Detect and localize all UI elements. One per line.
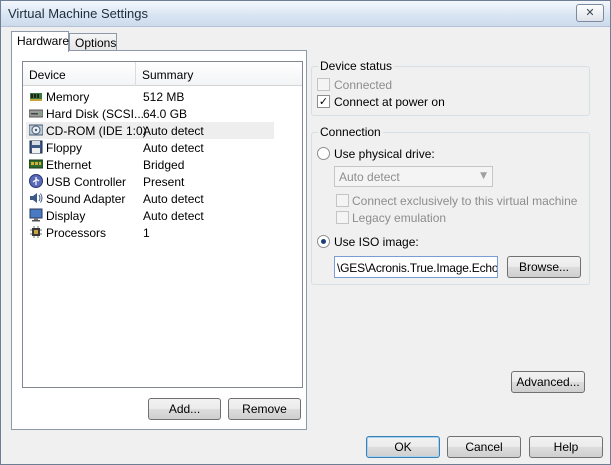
device-row-processors[interactable]: Processors 1 — [26, 224, 274, 241]
column-divider[interactable] — [135, 62, 136, 86]
device-name: Processors — [46, 226, 107, 240]
device-name: Sound Adapter — [46, 192, 126, 206]
floppy-icon — [29, 140, 43, 154]
window-title: Virtual Machine Settings — [8, 6, 148, 21]
memory-icon — [30, 93, 42, 101]
browse-button[interactable]: Browse... — [507, 256, 581, 278]
device-row-display[interactable]: Display Auto detect — [26, 207, 274, 224]
connect-at-power-on-checkbox[interactable]: ✓ — [317, 95, 330, 108]
title-bar: Virtual Machine Settings ✕ — [1, 1, 610, 27]
iso-path-value: \GES\Acronis.True.Image.Echo.S — [337, 261, 498, 275]
physical-drive-select[interactable]: Auto detect ▼ — [334, 166, 493, 187]
device-summary: Auto detect — [143, 141, 204, 155]
close-button[interactable]: ✕ — [576, 4, 604, 22]
legacy-emulation-checkbox[interactable] — [336, 211, 349, 224]
device-summary: Auto detect — [143, 124, 204, 138]
device-row-sound-adapter[interactable]: Sound Adapter Auto detect — [26, 190, 274, 207]
connect-exclusively-label: Connect exclusively to this virtual mach… — [352, 194, 578, 208]
device-name: Ethernet — [46, 158, 92, 172]
ethernet-icon — [29, 159, 43, 169]
advanced-button[interactable]: Advanced... — [511, 371, 585, 393]
connect-at-power-on-label: Connect at power on — [334, 95, 445, 109]
iso-path-input[interactable]: \GES\Acronis.True.Image.Echo.S — [334, 256, 498, 278]
device-list-header: Device Summary — [23, 62, 302, 86]
device-row-cdrom[interactable]: CD-ROM (IDE 1:0) Auto detect — [26, 122, 274, 139]
remove-device-button[interactable]: Remove — [228, 398, 301, 420]
use-physical-drive-label: Use physical drive: — [334, 147, 435, 161]
device-name: Display — [46, 209, 86, 223]
device-status-legend: Device status — [318, 59, 395, 73]
legacy-emulation-label: Legacy emulation — [352, 211, 447, 225]
connected-label: Connected — [334, 78, 393, 92]
connected-checkbox[interactable] — [317, 78, 330, 91]
use-physical-drive-radio[interactable] — [317, 147, 330, 160]
help-button[interactable]: Help — [529, 436, 603, 458]
checkmark-icon: ✓ — [318, 95, 329, 108]
tab-options-label: Options — [75, 36, 117, 50]
device-list[interactable]: Device Summary Memory 512 MB Hard Disk (… — [22, 61, 303, 388]
device-name: USB Controller — [46, 175, 127, 189]
column-header-device[interactable]: Device — [29, 68, 66, 82]
device-summary: Auto detect — [143, 209, 204, 223]
cdrom-icon — [29, 124, 43, 136]
device-summary: Bridged — [143, 158, 185, 172]
ok-button[interactable]: OK — [366, 436, 440, 458]
connect-exclusively-checkbox[interactable] — [336, 194, 349, 207]
device-name: CD-ROM (IDE 1:0) — [46, 124, 147, 138]
cancel-button[interactable]: Cancel — [447, 436, 521, 458]
connection-legend: Connection — [318, 125, 383, 139]
device-row-usb-controller[interactable]: USB Controller Present — [26, 173, 274, 190]
close-icon: ✕ — [585, 6, 595, 19]
device-name: Memory — [46, 90, 90, 104]
tab-hardware-label: Hardware — [17, 34, 70, 48]
device-row-hard-disk[interactable]: Hard Disk (SCSI... 64.0 GB — [26, 105, 274, 122]
sound-icon — [30, 193, 43, 203]
physical-drive-value: Auto detect — [339, 170, 400, 184]
device-name: Floppy — [46, 141, 83, 155]
display-icon — [29, 208, 43, 222]
radio-selected-dot — [321, 239, 326, 244]
usb-icon — [29, 174, 43, 188]
device-row-floppy[interactable]: Floppy Auto detect — [26, 139, 274, 156]
use-iso-image-label: Use ISO image: — [334, 235, 419, 249]
tab-hardware[interactable]: Hardware — [11, 31, 69, 52]
column-header-summary[interactable]: Summary — [142, 68, 193, 82]
device-summary: 512 MB — [143, 90, 185, 104]
hard-disk-icon — [29, 109, 43, 118]
add-device-button[interactable]: Add... — [148, 398, 221, 420]
processor-icon — [30, 226, 42, 238]
device-row-memory[interactable]: Memory 512 MB — [26, 88, 274, 105]
use-iso-image-radio[interactable] — [317, 235, 330, 248]
chevron-down-icon: ▼ — [480, 171, 487, 181]
device-row-ethernet[interactable]: Ethernet Bridged — [26, 156, 274, 173]
device-name: Hard Disk (SCSI... — [46, 107, 145, 121]
vm-settings-window: Virtual Machine Settings ✕ Hardware Opti… — [0, 0, 611, 465]
device-summary: Present — [143, 175, 185, 189]
device-summary: Auto detect — [143, 192, 204, 206]
device-summary: 1 — [143, 226, 150, 240]
device-summary: 64.0 GB — [143, 107, 188, 121]
